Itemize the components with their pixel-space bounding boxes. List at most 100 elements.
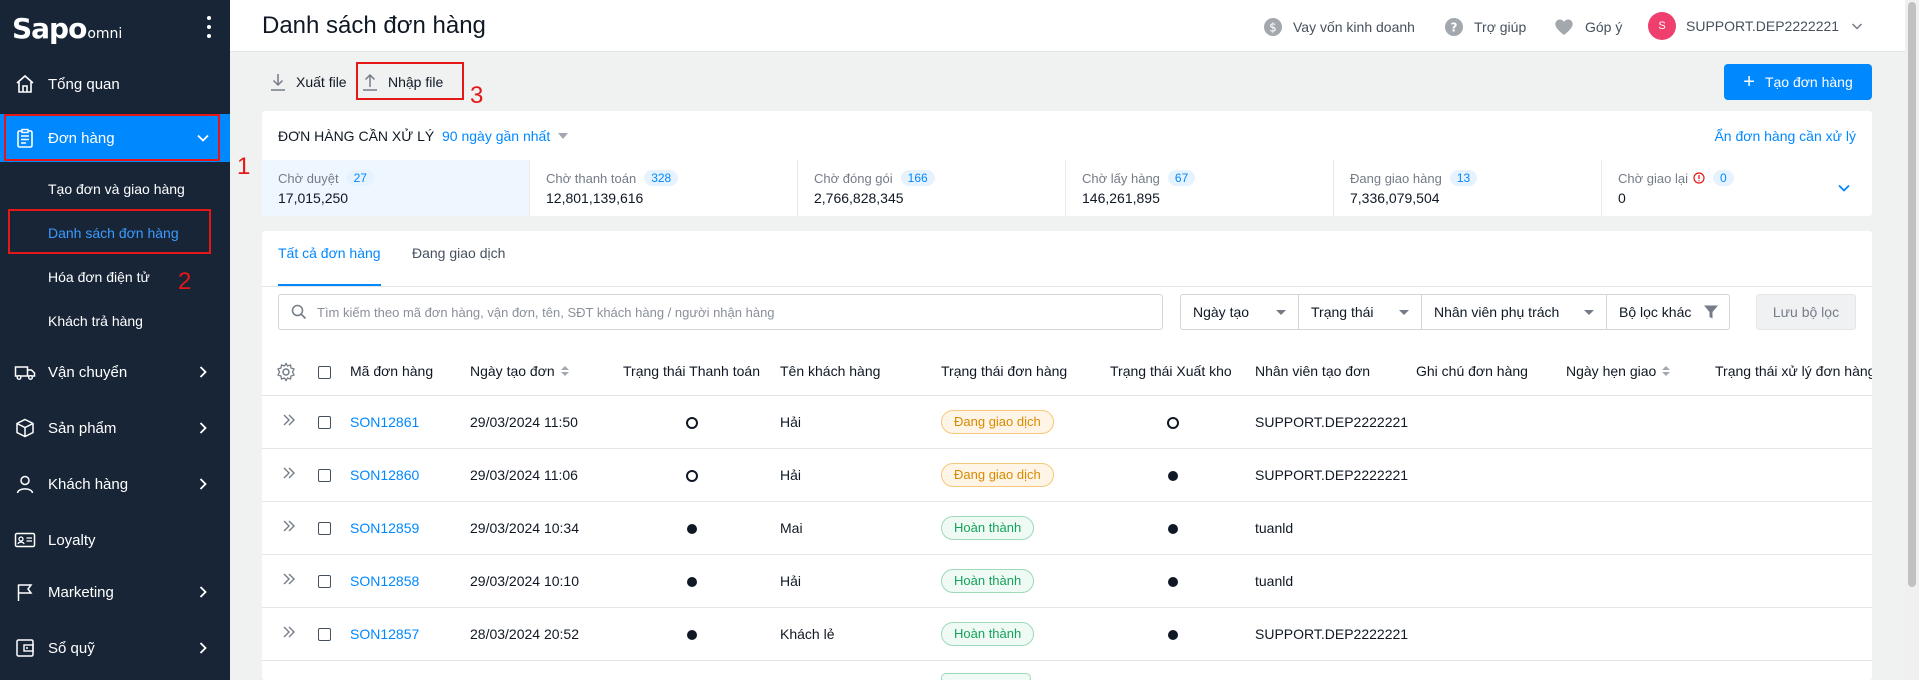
col-processing-status: Trạng thái xử lý đơn hàng <box>1715 363 1872 379</box>
dollar-circle-icon: $ <box>1263 17 1283 37</box>
stat-count-badge: 13 <box>1449 170 1478 186</box>
export-file-button[interactable]: Xuất file <box>270 72 347 92</box>
stat-pending-packing[interactable]: Chờ đóng gói 166 2,766,828,345 <box>798 160 1066 216</box>
help-link[interactable]: ? Trợ giúp <box>1444 17 1526 37</box>
annotation-number-3: 3 <box>470 82 484 109</box>
filter-status[interactable]: Trạng thái <box>1298 294 1422 330</box>
stat-pending-pickup[interactable]: Chờ lấy hàng 67 146,261,895 <box>1066 160 1334 216</box>
search-input[interactable]: Tìm kiếm theo mã đơn hàng, vận đơn, tên,… <box>278 294 1163 330</box>
filter-label: Trạng thái <box>1311 304 1374 320</box>
stat-pending-payment[interactable]: Chờ thanh toán 328 12,801,139,616 <box>530 160 798 216</box>
table-row[interactable] <box>262 661 1872 680</box>
sidebar-item-overview[interactable]: Tổng quan <box>0 60 230 108</box>
account-name: SUPPORT.DEP2222221 <box>1686 18 1840 34</box>
svg-text:?: ? <box>1451 21 1458 35</box>
stat-redelivery[interactable]: Chờ giao lại 0 0 <box>1602 160 1870 216</box>
question-circle-icon: ? <box>1444 17 1464 37</box>
expand-row-icon[interactable] <box>282 625 296 639</box>
date-range-select[interactable]: 90 ngày gần nhất <box>442 128 569 144</box>
chevron-right-icon <box>196 421 210 439</box>
annotation-number-2: 2 <box>178 268 192 295</box>
sidebar-item-label: Marketing <box>48 583 114 601</box>
status-badge: Hoàn thành <box>941 569 1035 593</box>
tab-all-orders[interactable]: Tất cả đơn hàng <box>278 245 381 287</box>
table-row[interactable]: SON12857 28/03/2024 20:52 Khách lẻ Hoàn … <box>262 608 1872 661</box>
stat-delivering[interactable]: Đang giao hàng 13 7,336,079,504 <box>1334 160 1602 216</box>
chevron-down-icon <box>1851 20 1863 32</box>
expand-row-icon[interactable] <box>282 466 296 480</box>
row-checkbox[interactable] <box>318 522 331 535</box>
row-checkbox[interactable] <box>318 416 331 429</box>
feedback-link[interactable]: Góp ý <box>1553 17 1622 37</box>
order-code-link[interactable]: SON12858 <box>350 573 419 589</box>
stat-count-badge: 328 <box>644 170 679 186</box>
payment-status-paid-icon <box>687 577 697 587</box>
account-menu[interactable]: S SUPPORT.DEP2222221 <box>1648 12 1863 40</box>
page-scrollbar[interactable] <box>1905 0 1919 680</box>
create-order-button[interactable]: + Tạo đơn hàng <box>1724 64 1872 100</box>
filter-created-date[interactable]: Ngày tạo <box>1180 294 1299 330</box>
stat-pending-approval[interactable]: Chờ duyệt 27 17,015,250 <box>262 160 530 216</box>
chevron-right-icon <box>196 477 210 495</box>
sidebar-sub-create-order[interactable]: Tạo đơn và giao hàng <box>48 176 185 202</box>
sidebar-item-products[interactable]: Sản phẩm <box>0 404 230 452</box>
tab-trading[interactable]: Đang giao dịch <box>412 245 505 287</box>
filter-other[interactable]: Bộ lọc khác <box>1606 294 1730 330</box>
sidebar-sub-e-invoice[interactable]: Hóa đơn điện tử <box>48 264 150 290</box>
sidebar-item-marketing[interactable]: Marketing <box>0 568 230 616</box>
expand-row-icon[interactable] <box>282 519 296 533</box>
row-checkbox[interactable] <box>318 469 331 482</box>
status-badge <box>941 673 1031 680</box>
col-created-date[interactable]: Ngày tạo đơn <box>470 363 569 379</box>
table-row[interactable]: SON12859 29/03/2024 10:34 Mai Hoàn thành… <box>262 502 1872 555</box>
order-code-link[interactable]: SON12861 <box>350 414 419 430</box>
sidebar-item-label: Loyalty <box>48 531 96 549</box>
save-filter-button[interactable]: Lưu bộ lọc <box>1756 294 1856 330</box>
filter-staff[interactable]: Nhân viên phụ trách <box>1421 294 1607 330</box>
order-code-link[interactable]: SON12859 <box>350 520 419 536</box>
col-appointment-date[interactable]: Ngày hẹn giao <box>1566 363 1671 379</box>
import-file-button[interactable]: Nhập file <box>362 72 443 92</box>
expand-row-icon[interactable] <box>282 572 296 586</box>
filter-label: Nhân viên phụ trách <box>1434 304 1560 320</box>
sidebar-item-customers[interactable]: Khách hàng <box>0 460 230 508</box>
loan-link[interactable]: $ Vay vốn kinh doanh <box>1263 17 1415 37</box>
sidebar-item-shipping[interactable]: Vận chuyển <box>0 348 230 396</box>
search-placeholder: Tìm kiếm theo mã đơn hàng, vận đơn, tên,… <box>317 304 775 320</box>
truck-icon <box>14 361 36 383</box>
expand-row-icon[interactable] <box>282 413 296 427</box>
table-row[interactable]: SON12858 29/03/2024 10:10 Hải Hoàn thành… <box>262 555 1872 608</box>
select-all-checkbox[interactable] <box>318 366 331 379</box>
col-label: Ngày hẹn giao <box>1566 363 1657 379</box>
more-vertical-icon[interactable] <box>206 16 212 38</box>
status-badge: Đang giao dịch <box>941 463 1054 487</box>
sidebar-item-cashbook[interactable]: Sổ quỹ <box>0 624 230 672</box>
col-payment-status: Trạng thái Thanh toán <box>623 363 760 379</box>
table-row[interactable]: SON12860 29/03/2024 11:06 Hải Đang giao … <box>262 449 1872 502</box>
creator-name: tuanld <box>1255 520 1294 536</box>
svg-text:$: $ <box>1269 21 1277 35</box>
gear-icon[interactable] <box>276 362 296 382</box>
import-label: Nhập file <box>388 74 444 90</box>
stat-value: 2,766,828,345 <box>814 190 904 206</box>
sidebar-item-loyalty[interactable]: Loyalty <box>0 516 230 564</box>
scrollbar-thumb[interactable] <box>1908 2 1916 587</box>
heart-icon <box>1553 17 1575 37</box>
sidebar-item-label: Khách hàng <box>48 475 129 493</box>
order-code-link[interactable]: SON12857 <box>350 626 419 642</box>
caret-down-icon <box>1399 310 1409 315</box>
wallet-icon <box>14 637 36 659</box>
hide-pending-link[interactable]: Ẩn đơn hàng cần xử lý <box>1714 128 1856 144</box>
info-icon[interactable] <box>1693 172 1705 184</box>
sapo-logo[interactable]: Sapoomni <box>12 12 122 45</box>
sidebar: Sapoomni Tổng quan Đơn hàng Tạo đơn và g… <box>0 0 230 680</box>
warehouse-status-done-icon <box>1168 524 1178 534</box>
order-code-link[interactable]: SON12860 <box>350 467 419 483</box>
row-checkbox[interactable] <box>318 628 331 641</box>
table-row[interactable]: SON12861 29/03/2024 11:50 Hải Đang giao … <box>262 396 1872 449</box>
creator-name: tuanld <box>1255 573 1294 589</box>
sidebar-item-label: Vận chuyển <box>48 363 128 381</box>
sidebar-sub-returns[interactable]: Khách trả hàng <box>48 308 143 334</box>
row-checkbox[interactable] <box>318 575 331 588</box>
expand-stats-chevron-icon[interactable] <box>1836 180 1852 196</box>
